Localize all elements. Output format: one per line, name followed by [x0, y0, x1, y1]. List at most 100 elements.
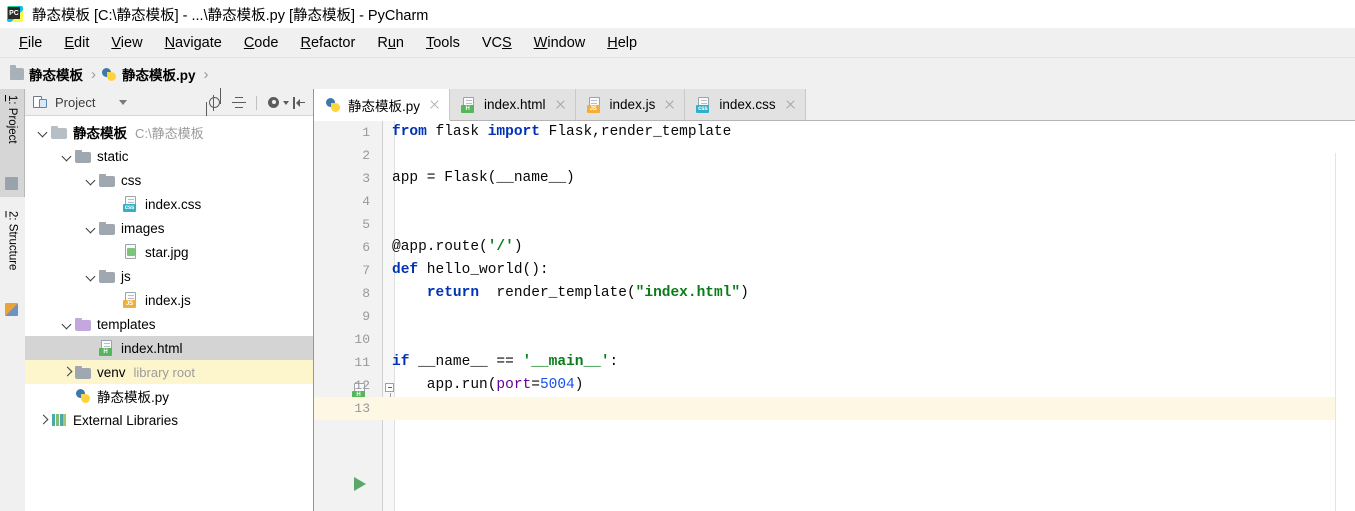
chevron-down-icon[interactable] — [83, 172, 99, 188]
folder-icon — [75, 149, 91, 163]
close-icon[interactable] — [664, 99, 675, 110]
chevron-right-icon[interactable] — [59, 364, 75, 380]
tree-item-label: js — [121, 268, 131, 284]
code-text: app.run(port=5004) — [392, 377, 584, 393]
line-number: 10 — [354, 332, 370, 347]
code-line-5: 5 — [314, 213, 1355, 236]
menu-item-navigate[interactable]: Navigate — [154, 33, 233, 53]
css-file-icon: css — [696, 96, 712, 113]
menu-item-tools[interactable]: Tools — [415, 33, 471, 53]
tree-item-index.html[interactable]: Hindex.html — [25, 336, 313, 360]
css-file-icon: css — [123, 196, 139, 212]
editor-tab-index.css[interactable]: css index.css — [685, 89, 806, 120]
menu-item-help[interactable]: Help — [596, 33, 648, 53]
menu-item-run[interactable]: Run — [366, 33, 415, 53]
tree-item-css[interactable]: css — [25, 168, 313, 192]
code-editor[interactable]: H 1 from flask import Flask,render_templa… — [314, 121, 1355, 511]
folder-icon — [75, 365, 91, 379]
library-icon — [51, 413, 67, 427]
menu-item-view[interactable]: View — [100, 33, 153, 53]
editor-tab-index.html[interactable]: Hindex.html — [450, 89, 576, 120]
menu-item-code[interactable]: Code — [233, 33, 290, 53]
arrow-left-icon — [296, 98, 300, 107]
tree-item-External Libraries[interactable]: External Libraries — [25, 408, 313, 432]
chevron-right-icon[interactable] — [35, 412, 51, 428]
close-icon[interactable] — [429, 99, 440, 110]
breadcrumb-label: 静态模板.py — [122, 68, 196, 83]
sidebar-tab-structure[interactable]: 2: Structure — [0, 205, 25, 323]
image-file-icon — [123, 244, 139, 260]
tree-item-静态模板.py[interactable]: 静态模板.py — [25, 384, 313, 408]
editor-area: 静态模板.py Hindex.html JS index.js css index.css… — [314, 89, 1355, 511]
html-file-icon: H — [461, 96, 477, 113]
chevron-down-icon[interactable] — [119, 99, 128, 105]
editor-tab-label: index.html — [484, 97, 546, 112]
breadcrumb-item-0[interactable]: 静态模板 — [10, 64, 83, 84]
line-number: 8 — [362, 286, 370, 301]
tree-item-index.css[interactable]: css index.css — [25, 192, 313, 216]
breadcrumb: 静态模板 › 静态模板.py › — [0, 59, 1355, 89]
line-number: 12 — [354, 378, 370, 393]
tree-item-star.jpg[interactable]: star.jpg — [25, 240, 313, 264]
line-number: 3 — [362, 171, 370, 186]
tree-item-静态模板[interactable]: 静态模板 C:\静态模板 — [25, 120, 313, 144]
sidebar-tab-structure-label: 2: Structure — [6, 211, 19, 271]
close-icon[interactable] — [555, 99, 566, 110]
tree-item-images[interactable]: images — [25, 216, 313, 240]
code-line-4: 4 — [314, 190, 1355, 213]
close-icon[interactable] — [785, 99, 796, 110]
sidebar-tab-project[interactable]: 1: Project — [0, 89, 25, 197]
folder-icon — [75, 317, 91, 331]
editor-tab-静态模板.py[interactable]: 静态模板.py — [314, 89, 451, 121]
line-number: 2 — [362, 148, 370, 163]
collapse-all-icon[interactable] — [231, 95, 247, 111]
chevron-down-icon[interactable] — [83, 220, 99, 236]
code-text: app = Flask(__name__) — [392, 170, 575, 186]
code-lines: 1 from flask import Flask,render_template… — [314, 121, 1355, 420]
line-number: 4 — [362, 194, 370, 209]
hide-panel-icon[interactable] — [291, 95, 307, 111]
tree-item-label: templates — [97, 316, 156, 332]
breadcrumb-item-1[interactable]: 静态模板.py — [102, 64, 196, 84]
chevron-down-icon[interactable] — [83, 268, 99, 284]
structure-panel-icon — [5, 303, 18, 316]
run-button-icon[interactable] — [354, 477, 366, 491]
editor-tab-label: index.css — [719, 97, 776, 112]
editor-tab-index.js[interactable]: JS index.js — [575, 89, 686, 120]
menu-item-file[interactable]: File — [8, 33, 53, 53]
project-panel-header: Project — [25, 89, 313, 116]
tree-item-label: venv — [97, 364, 126, 380]
project-panel-title: Project — [55, 94, 96, 110]
chevron-down-icon[interactable] — [59, 316, 75, 332]
menu-item-window[interactable]: Window — [523, 33, 597, 53]
tree-item-index.js[interactable]: JS index.js — [25, 288, 313, 312]
code-text: from flask import Flask,render_template — [392, 124, 732, 140]
gear-icon[interactable] — [266, 95, 289, 111]
tree-item-label: star.jpg — [145, 244, 189, 260]
editor-tab-label: index.js — [609, 97, 656, 112]
chevron-down-icon[interactable] — [35, 124, 51, 140]
folder-icon — [51, 125, 67, 139]
code-line-6: 6 @app.route('/') — [314, 236, 1355, 259]
locate-file-icon[interactable] — [206, 94, 222, 111]
menu-item-edit[interactable]: Edit — [53, 33, 100, 53]
tree-item-static[interactable]: static — [25, 144, 313, 168]
sidebar-tab-project-label: 1: Project — [6, 95, 18, 144]
menu-item-refactor[interactable]: Refactor — [290, 33, 367, 53]
tree-item-templates[interactable]: templates — [25, 312, 313, 336]
project-icon — [33, 95, 48, 109]
folder-icon — [10, 65, 24, 80]
tree-item-js[interactable]: js — [25, 264, 313, 288]
tree-item-venv[interactable]: venv library root — [25, 360, 313, 384]
js-file-icon: JS — [586, 96, 603, 113]
code-line-8: 8 return render_template("index.html") — [314, 282, 1355, 305]
toolbar-divider — [256, 95, 257, 110]
js-file-icon: JS — [123, 292, 139, 308]
chevron-down-icon[interactable] — [59, 148, 75, 164]
python-file-icon — [102, 67, 117, 82]
pycharm-window: 静态模板 [C:\静态模板] - ...\静态模板.py [静态模板] - Py… — [0, 0, 1355, 511]
title-bar: 静态模板 [C:\静态模板] - ...\静态模板.py [静态模板] - Py… — [0, 0, 1355, 28]
chevron-down-icon — [283, 100, 289, 105]
menu-item-vcs[interactable]: VCS — [471, 33, 523, 53]
